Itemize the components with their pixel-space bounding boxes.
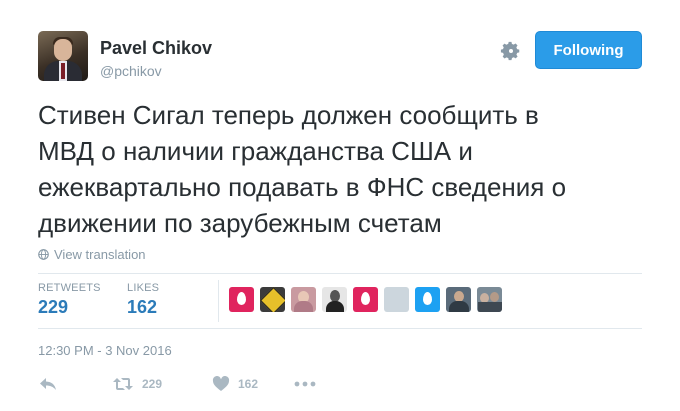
reply-button[interactable]	[38, 376, 112, 392]
globe-icon	[38, 249, 49, 260]
stats-separator	[218, 280, 219, 322]
retweet-button[interactable]: 229	[112, 376, 212, 392]
reply-icon	[40, 378, 56, 390]
view-translation-link[interactable]: View translation	[38, 247, 146, 262]
tweet-text: Стивен Сигал теперь должен сообщить в МВ…	[38, 100, 567, 238]
divider-bottom	[38, 328, 642, 329]
author-display-name[interactable]: Pavel Chikov	[100, 38, 212, 59]
retweets-label: RETWEETS	[38, 282, 101, 294]
liker-avatars	[229, 287, 502, 312]
divider-top	[38, 273, 642, 274]
tweet-timestamp[interactable]: 12:30 PM - 3 Nov 2016	[38, 343, 172, 358]
liker-avatar[interactable]	[260, 287, 285, 312]
like-count: 162	[238, 377, 259, 391]
liker-avatar[interactable]	[291, 287, 316, 312]
view-translation-label: View translation	[54, 247, 146, 262]
liker-avatar[interactable]	[415, 287, 440, 312]
more-button[interactable]	[294, 381, 316, 387]
liker-avatar[interactable]	[384, 287, 409, 312]
author-screen-name[interactable]: @pchikov	[100, 63, 162, 79]
liker-avatar[interactable]	[229, 287, 254, 312]
retweets-count[interactable]: 229	[38, 297, 68, 318]
like-button[interactable]: 162	[212, 376, 294, 392]
following-button[interactable]: Following	[535, 31, 642, 69]
liker-avatar[interactable]	[353, 287, 378, 312]
heart-icon	[212, 376, 230, 391]
liker-avatar[interactable]	[446, 287, 471, 312]
more-icon	[294, 381, 316, 387]
liker-avatar[interactable]	[322, 287, 347, 312]
tweet-actions: 229 162	[38, 374, 316, 394]
retweet-icon	[113, 378, 133, 390]
retweet-count: 229	[142, 377, 163, 391]
author-avatar[interactable]	[38, 31, 88, 81]
liker-avatar[interactable]	[477, 287, 502, 312]
likes-count[interactable]: 162	[127, 297, 157, 318]
gear-icon[interactable]	[500, 40, 522, 62]
likes-label: LIKES	[127, 282, 160, 294]
